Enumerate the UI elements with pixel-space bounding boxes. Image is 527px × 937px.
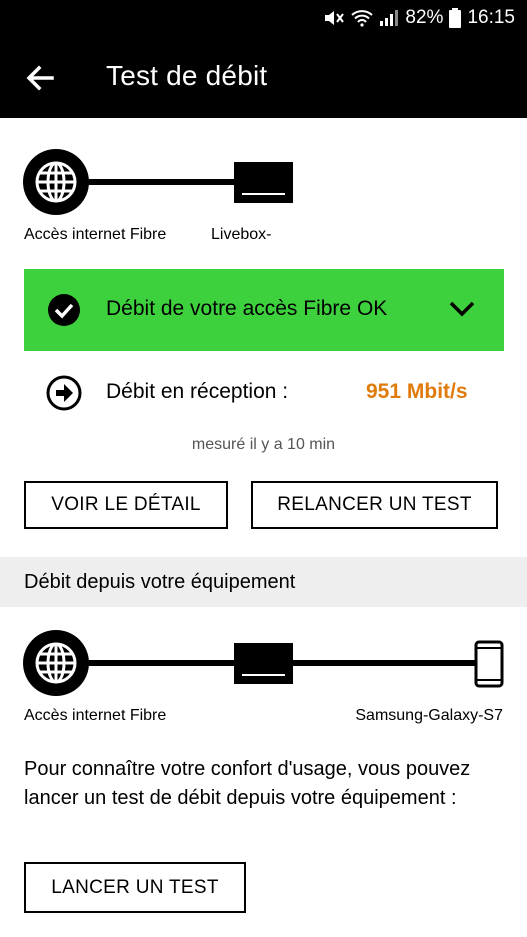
status-bar: 82% 16:15 (0, 0, 527, 36)
view-detail-button[interactable]: VOIR LE DÉTAIL (24, 481, 228, 529)
fibre-status-text: Débit de votre accès Fibre OK (106, 297, 388, 320)
connection-line (86, 179, 236, 185)
globe-icon (23, 630, 89, 696)
arrow-left-icon (26, 65, 54, 91)
clock: 16:15 (467, 7, 515, 28)
device-label: Samsung-Galaxy-S7 (355, 707, 503, 724)
chevron-down-icon[interactable] (449, 300, 475, 318)
mute-icon (325, 11, 345, 25)
section-title: Débit depuis votre équipement (24, 571, 296, 593)
battery-icon (449, 8, 462, 28)
measured-time: mesuré il y a 10 min (191, 436, 336, 453)
check-circle-icon (48, 294, 80, 326)
livebox-icon (234, 643, 293, 684)
reception-label: Débit en réception : (106, 380, 289, 403)
back-button[interactable] (22, 58, 62, 98)
arrow-right-circle-icon (46, 375, 82, 411)
app-bar: Test de débit (0, 36, 527, 118)
battery-percent: 82% (405, 7, 444, 28)
fibre-status-card[interactable]: Débit de votre accès Fibre OK (24, 269, 504, 351)
test-description: Pour connaître votre confort d'usage, vo… (24, 758, 471, 809)
equipment-section-header: Débit depuis votre équipement (0, 557, 527, 607)
livebox-icon (234, 162, 293, 203)
wifi-icon (351, 10, 374, 27)
globe-icon (23, 149, 89, 215)
retest-button[interactable]: RELANCER UN TEST (251, 481, 498, 529)
reception-value: 951 Mbit/s (366, 380, 468, 403)
launch-test-button[interactable]: LANCER UN TEST (24, 862, 246, 913)
livebox-label: Livebox- (211, 226, 272, 243)
smartphone-icon (474, 640, 504, 688)
signal-icon (380, 10, 399, 26)
status-icons: 82% 16:15 (323, 7, 515, 29)
source-label: Accès internet Fibre (24, 226, 167, 243)
page-title: Test de débit (106, 60, 268, 91)
source-label: Accès internet Fibre (24, 707, 167, 724)
